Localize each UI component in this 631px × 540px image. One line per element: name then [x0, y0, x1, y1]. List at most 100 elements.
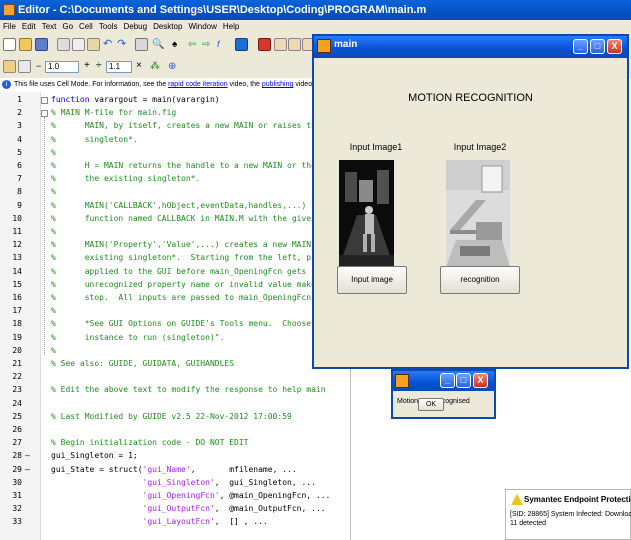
- breakpoint-marker[interactable]: –: [25, 465, 35, 474]
- figure-title-bar[interactable]: main _ □ X: [314, 36, 627, 58]
- increment-value-field[interactable]: 1.0: [45, 61, 79, 73]
- rapid-iteration-link[interactable]: rapid code iteration: [168, 81, 228, 88]
- line-number: 23: [12, 385, 22, 395]
- dialog-ok-button[interactable]: OK: [418, 398, 444, 411]
- line-number: 14: [12, 266, 22, 276]
- code-line[interactable]: %: [51, 187, 56, 196]
- breakpoint-marker[interactable]: –: [25, 451, 35, 460]
- code-line[interactable]: 'gui_OpeningFcn', @main_OpeningFcn, ...: [51, 491, 331, 500]
- input-image2-picture: [446, 160, 510, 267]
- line-number: 7: [17, 174, 22, 184]
- menu-item[interactable]: Tools: [99, 22, 118, 31]
- menu-item[interactable]: Edit: [22, 22, 36, 31]
- new-file-icon[interactable]: [3, 38, 16, 51]
- publish-icon[interactable]: ⊕: [168, 60, 181, 73]
- code-token: , @main_OutputFcn, ...: [214, 504, 326, 514]
- menu-item[interactable]: Go: [62, 22, 73, 31]
- maximize-button[interactable]: □: [590, 39, 605, 54]
- save-icon[interactable]: [35, 38, 48, 51]
- line-number: 4: [17, 134, 22, 144]
- menu-item[interactable]: Debug: [124, 22, 148, 31]
- line-number-gutter[interactable]: 1 2 3 4 5 6 7 8 9 10 11 12 13 14 15 16 17 18 19 20 21 22 23 24 2…: [0, 92, 41, 540]
- menu-item[interactable]: File: [3, 22, 16, 31]
- menu-item[interactable]: Cell: [79, 22, 93, 31]
- code-line[interactable]: % singleton*.: [51, 135, 138, 144]
- code-token: 'gui_OpeningFcn': [142, 491, 220, 500]
- line-number: 16: [12, 293, 22, 302]
- editor-title-bar[interactable]: Editor - C:\Documents and Settings\USER\…: [0, 0, 631, 20]
- code-line[interactable]: function varargout = main(varargin): [51, 95, 220, 104]
- menu-item[interactable]: Desktop: [153, 22, 182, 31]
- recognition-button[interactable]: recognition: [440, 266, 520, 294]
- line-number: 11: [12, 227, 22, 236]
- line-number: 13: [12, 253, 22, 263]
- scale-value-field[interactable]: 1.1: [106, 61, 132, 73]
- code-line[interactable]: %: [51, 148, 56, 157]
- dialog-maximize-button[interactable]: □: [456, 373, 471, 388]
- code-line[interactable]: % instance to run (singleton)".: [51, 333, 224, 342]
- cell-eval-icon[interactable]: [3, 60, 16, 73]
- code-line[interactable]: gui_State = struct('gui_Name', mfilename…: [51, 465, 297, 474]
- decrement-button[interactable]: −: [36, 61, 41, 71]
- code-line[interactable]: %: [51, 346, 56, 355]
- print-icon[interactable]: [135, 38, 148, 51]
- code-line[interactable]: % Last Modified by GUIDE v2.5 22-Nov-201…: [51, 412, 292, 421]
- fold-toggle-icon[interactable]: [41, 97, 48, 104]
- dialog-title-bar[interactable]: _ □ X: [393, 371, 494, 391]
- warning-icon: [511, 494, 523, 505]
- undo-icon[interactable]: ↶: [103, 38, 116, 51]
- line-number: 2: [17, 108, 22, 118]
- line-number: 21: [12, 359, 22, 368]
- input-image-button[interactable]: Input image: [337, 266, 407, 294]
- step-icon[interactable]: [288, 38, 301, 51]
- clear-breakpoints-icon[interactable]: [274, 38, 287, 51]
- minimize-button[interactable]: _: [573, 39, 588, 54]
- motion-recognition-figure-window: main _ □ X MOTION RECOGNITION Input Imag…: [312, 34, 629, 369]
- code-line[interactable]: gui_Singleton = 1;: [51, 451, 138, 460]
- cell-eval-advance-icon[interactable]: [18, 60, 31, 73]
- info-text: This file uses Cell Mode. For informatio…: [14, 81, 169, 88]
- dialog-minimize-button[interactable]: _: [440, 373, 455, 388]
- dialog-close-button[interactable]: X: [473, 373, 488, 388]
- plus-button[interactable]: +: [84, 60, 90, 71]
- binoculars-icon[interactable]: ♠: [172, 38, 185, 51]
- function-icon[interactable]: f: [217, 38, 230, 51]
- code-line[interactable]: % MAIN M-file for main.fig: [51, 108, 176, 117]
- code-line[interactable]: % Edit the above text to modify the resp…: [51, 385, 326, 394]
- menu-item[interactable]: Help: [223, 22, 239, 31]
- code-line[interactable]: % MAIN('CALLBACK',hObject,eventData,hand…: [51, 201, 354, 210]
- copy-icon[interactable]: [72, 38, 85, 51]
- code-line[interactable]: % See also: GUIDE, GUIDATA, GUIHANDLES: [51, 359, 234, 368]
- menu-item[interactable]: Window: [188, 22, 216, 31]
- code-token: 'gui_Name': [142, 464, 191, 474]
- paste-icon[interactable]: [87, 38, 100, 51]
- line-number: 18: [12, 319, 22, 329]
- divide-button[interactable]: ÷: [96, 60, 102, 71]
- redo-icon[interactable]: ↷: [117, 38, 130, 51]
- line-number: 15: [12, 279, 22, 289]
- close-button[interactable]: X: [607, 39, 622, 54]
- run-icon[interactable]: [235, 38, 248, 51]
- code-line[interactable]: %: [51, 227, 56, 236]
- open-folder-icon[interactable]: [19, 38, 32, 51]
- back-icon[interactable]: ⇦: [188, 38, 201, 51]
- symantec-notification[interactable]: Symantec Endpoint Protection [SID: 28865…: [505, 489, 631, 540]
- code-line[interactable]: 'gui_OutputFcn', @main_OutputFcn, ...: [51, 504, 326, 513]
- code-line[interactable]: % the existing singleton*.: [51, 174, 200, 183]
- forward-icon[interactable]: ⇨: [202, 38, 215, 51]
- line-number: 8: [17, 187, 22, 197]
- menu-item[interactable]: Text: [42, 22, 57, 31]
- line-number: 33: [12, 517, 22, 527]
- breakpoint-icon[interactable]: [258, 38, 271, 51]
- notification-line2: 11 detected: [510, 520, 547, 527]
- publishing-link[interactable]: publishing: [262, 81, 294, 88]
- cut-icon[interactable]: [57, 38, 70, 51]
- find-icon[interactable]: 🔍: [152, 38, 165, 51]
- fold-toggle-icon[interactable]: [41, 110, 48, 118]
- code-line[interactable]: % Begin initialization code - DO NOT EDI…: [51, 438, 248, 447]
- multiply-button[interactable]: ×: [136, 60, 142, 71]
- cell-mode-icon[interactable]: ⁂: [150, 60, 163, 73]
- code-line[interactable]: 'gui_Singleton', gui_Singleton, ...: [51, 478, 316, 487]
- code-line[interactable]: %: [51, 306, 56, 315]
- code-line[interactable]: 'gui_LayoutFcn', [] , ...: [51, 517, 268, 526]
